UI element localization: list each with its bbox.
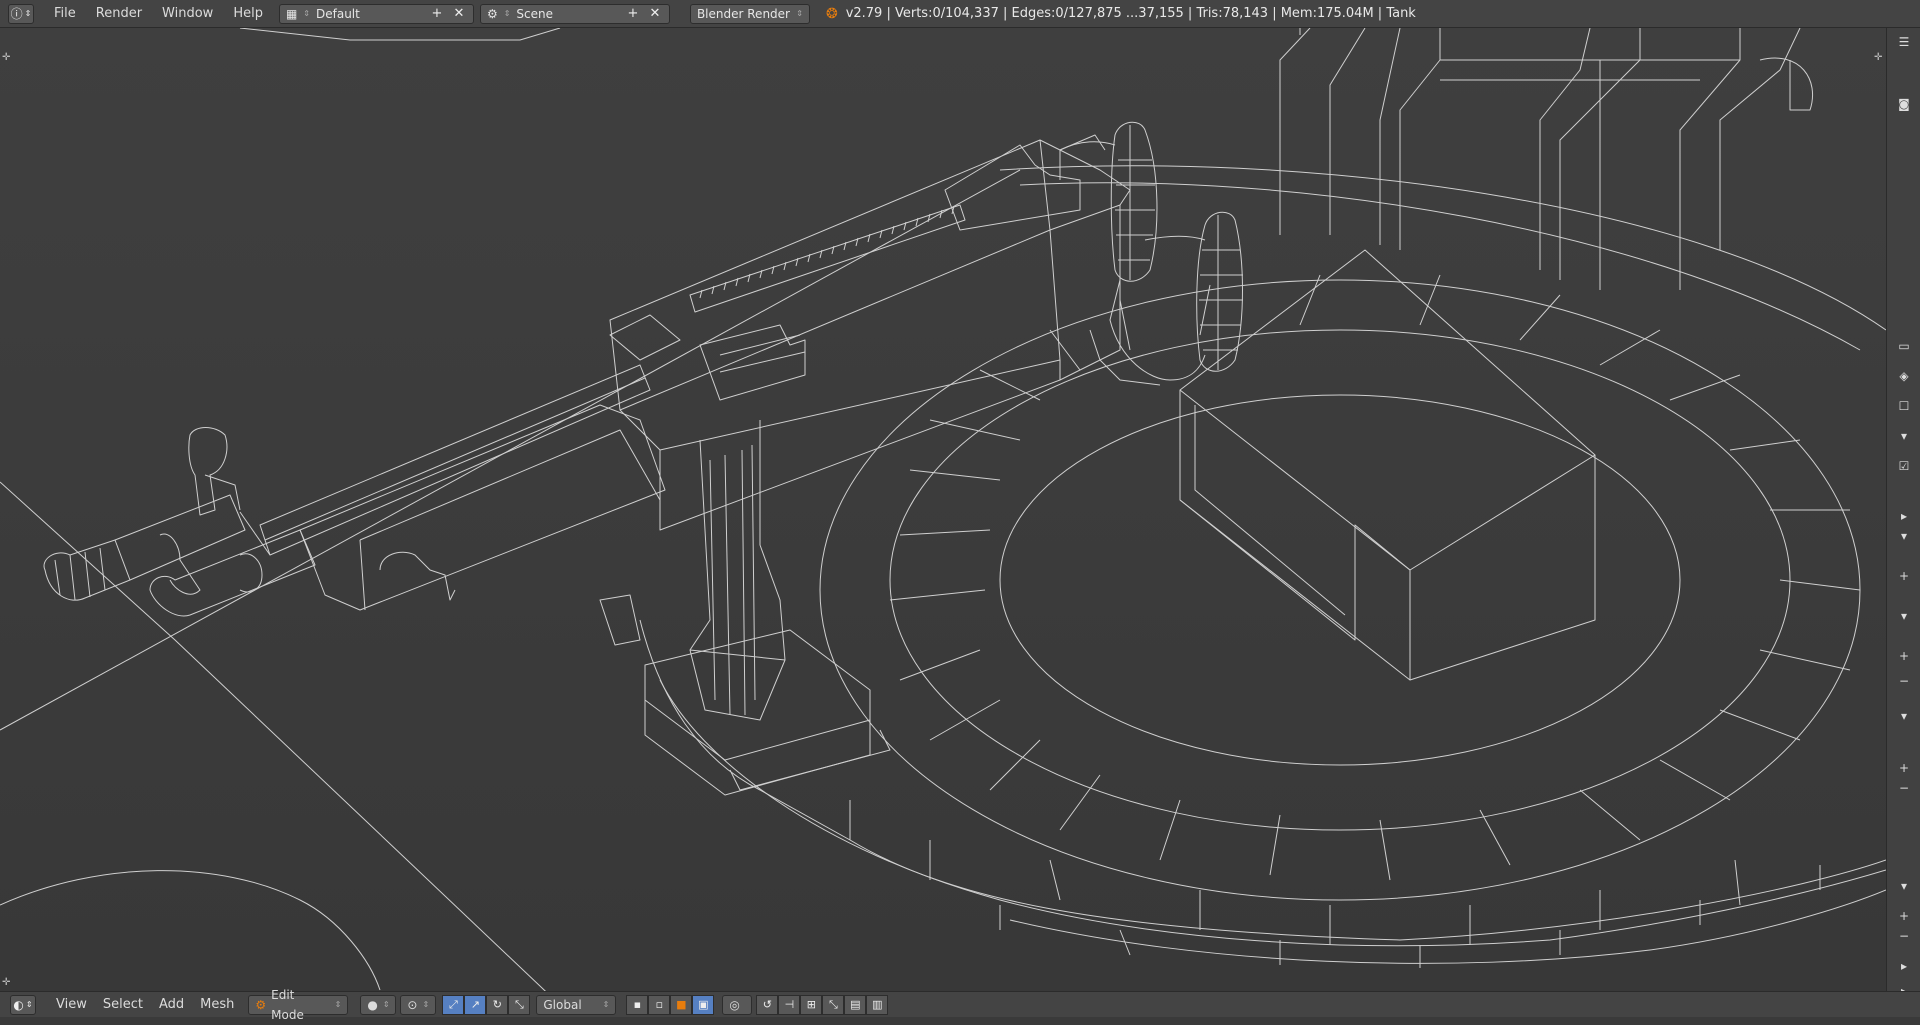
menu-select[interactable]: Select — [95, 992, 151, 1018]
snap-element-icon[interactable]: ⊣ — [778, 994, 801, 1015]
proportional-falloff-icon[interactable]: ↺ — [756, 994, 779, 1015]
remove-screen-button[interactable]: ✕ — [451, 5, 467, 23]
add-icon[interactable]: + — [1896, 908, 1912, 924]
add-screen-button[interactable]: + — [429, 5, 445, 23]
screen-layout-selector[interactable]: ▦ ⇕ Default + ✕ — [278, 3, 474, 24]
collapse-arrow-icon[interactable]: ▾ — [1896, 428, 1912, 444]
3d-view-header: ◐ ⇕ View Select Add Mesh ⚙ Edit Mode ⇕ ● … — [0, 988, 1920, 1022]
proportional-edit-selector[interactable]: ◎ — [722, 994, 753, 1015]
menu-file[interactable]: File — [44, 0, 86, 28]
screen-layout-name: Default — [316, 6, 360, 21]
add-icon[interactable]: + — [1896, 760, 1912, 776]
shading-selector[interactable]: ● ⇕ — [360, 994, 397, 1015]
solid-shading-icon: ● — [367, 997, 378, 1012]
orientation-name: Global — [543, 997, 582, 1012]
render-engine-name: Blender Render — [696, 6, 790, 21]
collapse-arrow-icon[interactable]: ▾ — [1896, 528, 1912, 544]
updown-icon: ⇕ — [602, 999, 610, 1009]
camera-icon[interactable]: ◙ — [1896, 96, 1912, 112]
3d-viewport[interactable]: ✛ ✛ ✛ — [0, 28, 1886, 991]
collapse-arrow-icon[interactable]: ▾ — [1896, 608, 1912, 624]
menu-view[interactable]: View — [48, 992, 95, 1018]
corner-widget-icon[interactable]: ✛ — [2, 977, 11, 988]
menu-render[interactable]: Render — [86, 0, 152, 28]
collapse-arrow-icon[interactable]: ▾ — [1896, 708, 1912, 724]
rotate-manipulator-icon[interactable]: ↻ — [486, 994, 509, 1015]
translate-manipulator-icon[interactable]: ↗ — [464, 994, 487, 1015]
face-select-icon[interactable]: ■ — [670, 994, 693, 1015]
updown-icon: ⇕ — [503, 8, 511, 18]
scene-icon: ⚙ — [486, 6, 498, 21]
remove-icon[interactable]: − — [1896, 928, 1912, 944]
screen-layout-icon: ▦ — [285, 6, 298, 21]
snap-icon[interactable]: ⊞ — [800, 994, 823, 1015]
menu-add[interactable]: Add — [151, 992, 192, 1018]
checkbox-checked-icon[interactable]: ☑ — [1896, 458, 1912, 474]
info-header: ⓘ ⇕ File Render Window Help ▦ ⇕ Default +… — [0, 0, 1920, 28]
manipulator-toggle[interactable]: ⤢ — [442, 994, 465, 1015]
scene-statistics: v2.79 | Verts:0/104,337 | Edges:0/127,87… — [845, 6, 1416, 21]
mode-selector[interactable]: ⚙ Edit Mode ⇕ — [248, 988, 349, 1022]
orientation-selector[interactable]: Global ⇕ — [536, 994, 617, 1015]
remove-icon[interactable]: − — [1896, 780, 1912, 796]
updown-icon: ⇕ — [334, 999, 342, 1009]
pivot-selector[interactable]: ⊙ ⇕ — [400, 994, 437, 1015]
menu-mesh[interactable]: Mesh — [192, 992, 242, 1018]
edge-select-icon[interactable]: ▫ — [648, 994, 671, 1015]
updown-icon: ⇕ — [382, 999, 390, 1009]
menu-window[interactable]: Window — [152, 0, 223, 28]
updown-icon: ⇕ — [422, 999, 430, 1009]
menu-help[interactable]: Help — [223, 0, 273, 28]
render-icon[interactable]: ▭ — [1896, 338, 1912, 354]
add-icon[interactable]: + — [1896, 648, 1912, 664]
remove-scene-button[interactable]: ✕ — [647, 5, 663, 23]
proportional-edit-icon: ◎ — [729, 997, 740, 1012]
corner-widget-icon[interactable]: ✛ — [2, 52, 11, 63]
scene-name: Scene — [516, 6, 554, 21]
3d-view-icon[interactable]: ◐ ⇕ — [10, 994, 36, 1015]
expand-arrow-icon[interactable]: ▸ — [1896, 508, 1912, 524]
outliner-icon[interactable]: ☰ — [1896, 34, 1912, 50]
render-engine-selector[interactable]: Blender Render ⇕ — [689, 3, 810, 24]
vertex-select-icon[interactable]: ▪ — [626, 994, 649, 1015]
mode-name: Edit Mode — [271, 987, 304, 1022]
edit-mode-icon: ⚙ — [255, 997, 267, 1012]
collapse-arrow-icon[interactable]: ▾ — [1896, 878, 1912, 894]
info-icon[interactable]: ⓘ ⇕ — [8, 3, 34, 24]
scale-manipulator-icon[interactable]: ⤡ — [508, 994, 531, 1015]
scene-selector[interactable]: ⚙ ⇕ Scene + ✕ — [479, 3, 670, 24]
opengl-animation-icon[interactable]: ▥ — [866, 994, 889, 1015]
object-icon[interactable]: ◈ — [1896, 368, 1912, 384]
pivot-icon: ⊙ — [407, 997, 418, 1012]
panel-checkbox-icon[interactable]: ☐ — [1896, 398, 1912, 414]
limit-selection-icon[interactable]: ▣ — [692, 994, 715, 1015]
remove-icon[interactable]: − — [1896, 673, 1912, 689]
wireframe-mesh: ✛ ✛ ✛ — [0, 28, 1886, 991]
snap-target-icon[interactable]: ⤡ — [822, 994, 845, 1015]
opengl-render-icon[interactable]: ▤ — [844, 994, 867, 1015]
properties-strip: ☰ ◙ ▭ ◈ ☐ ▾ ☑ ▸ ▾ + ▾ + − ▾ + − ▾ + − ▸ … — [1886, 28, 1920, 998]
add-scene-button[interactable]: + — [625, 5, 641, 23]
expand-arrow-icon[interactable]: ▸ — [1896, 958, 1912, 974]
updown-icon: ⇕ — [796, 8, 803, 18]
updown-icon: ⇕ — [303, 8, 310, 18]
corner-widget-icon[interactable]: ✛ — [1874, 52, 1883, 63]
blender-logo-icon: ❂ — [825, 5, 838, 22]
add-icon[interactable]: + — [1896, 568, 1912, 584]
